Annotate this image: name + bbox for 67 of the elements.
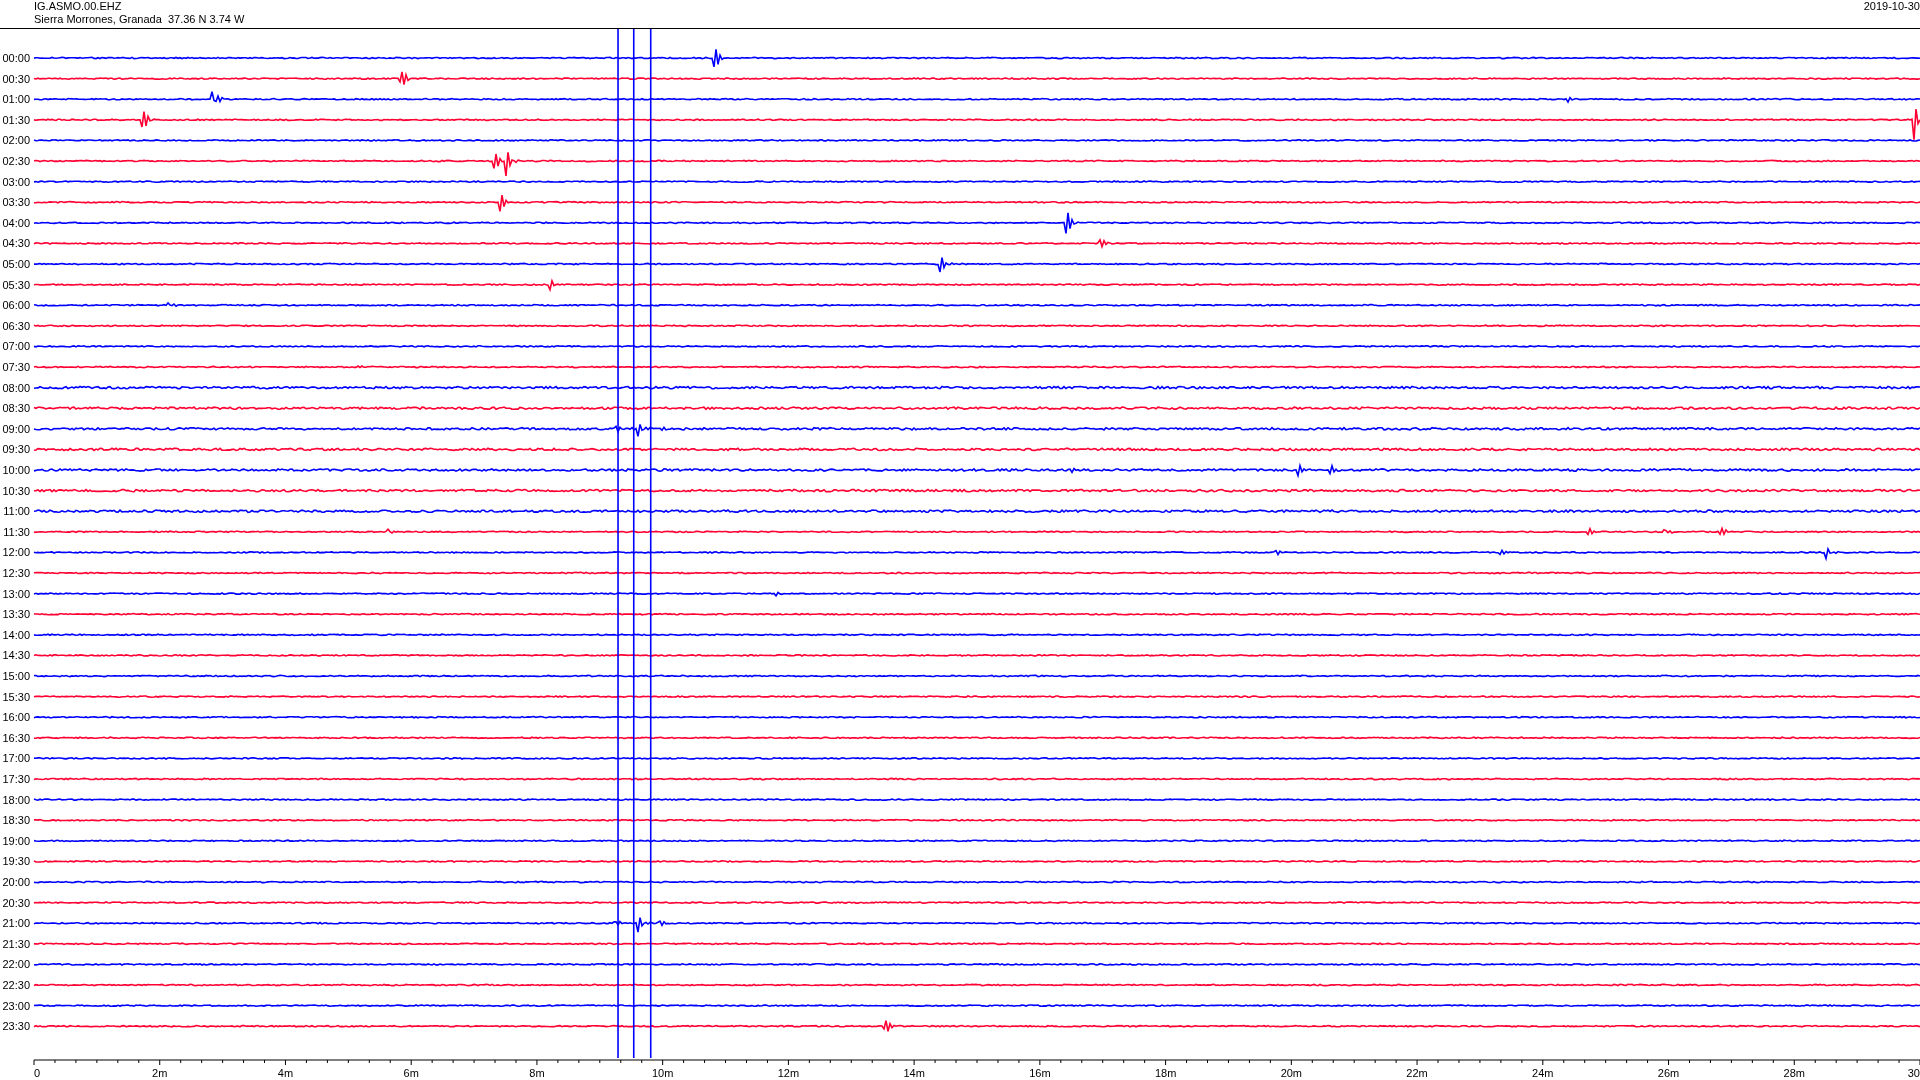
time-label: 15:30 bbox=[2, 690, 30, 703]
axis-label: 22m bbox=[1406, 1067, 1428, 1079]
time-label: 01:30 bbox=[2, 113, 30, 126]
time-label: 05:30 bbox=[2, 278, 30, 291]
time-label: 14:00 bbox=[2, 628, 30, 641]
axis-label: 10m bbox=[651, 1067, 674, 1079]
time-label: 18:00 bbox=[2, 793, 30, 806]
time-label: 02:00 bbox=[2, 134, 30, 147]
axis-label: 8m bbox=[529, 1067, 545, 1079]
time-label: 21:00 bbox=[2, 917, 30, 930]
axis-label: 0 bbox=[34, 1067, 41, 1079]
time-label: 16:30 bbox=[2, 731, 30, 744]
time-label: 06:00 bbox=[2, 299, 30, 312]
axis-label: 30 bbox=[1907, 1067, 1920, 1079]
time-label: 00:00 bbox=[2, 52, 30, 64]
time-label: 12:00 bbox=[2, 546, 30, 559]
axis-label: 20m bbox=[1280, 1067, 1303, 1079]
axis-label: 2m bbox=[152, 1067, 168, 1079]
axis-label: 18m bbox=[1154, 1067, 1177, 1079]
time-label: 09:00 bbox=[2, 422, 30, 435]
time-label: 02:30 bbox=[2, 155, 30, 167]
time-label: 17:30 bbox=[2, 773, 30, 785]
time-label: 00:30 bbox=[2, 72, 30, 85]
time-label: 04:00 bbox=[2, 216, 30, 229]
time-label: 03:30 bbox=[2, 196, 30, 209]
time-label: 09:30 bbox=[2, 443, 30, 456]
axis-label: 24m bbox=[1532, 1067, 1554, 1079]
axis-label: 14m bbox=[903, 1067, 925, 1079]
time-label: 10:00 bbox=[2, 464, 30, 476]
time-label: 07:00 bbox=[2, 340, 30, 353]
time-label: 13:30 bbox=[2, 608, 30, 621]
time-label: 23:30 bbox=[2, 1020, 30, 1033]
axis-label: 6m bbox=[403, 1067, 419, 1079]
axis-label: 16m bbox=[1029, 1067, 1051, 1079]
time-label: 01:00 bbox=[2, 93, 30, 106]
time-label: 11:30 bbox=[3, 525, 30, 538]
time-label: 04:30 bbox=[2, 237, 30, 250]
time-label: 23:00 bbox=[2, 999, 30, 1012]
time-label: 07:30 bbox=[2, 361, 30, 373]
axis-label: 28m bbox=[1783, 1067, 1805, 1079]
time-label: 03:00 bbox=[2, 175, 30, 188]
time-label: 16:00 bbox=[2, 711, 30, 724]
date-label: 2019-10-30 bbox=[1863, 0, 1920, 13]
axis-label: 12m bbox=[777, 1067, 800, 1079]
time-label: 18:30 bbox=[2, 814, 30, 827]
station-location: Sierra Morrones, Granada 37.36 N 3.74 W bbox=[34, 13, 245, 26]
axis-label: 4m bbox=[277, 1067, 294, 1079]
axis-label: 26m bbox=[1657, 1067, 1680, 1079]
time-label: 11:00 bbox=[3, 505, 30, 518]
time-label: 19:00 bbox=[2, 834, 30, 847]
time-label: 19:30 bbox=[2, 855, 30, 868]
time-label: 05:00 bbox=[2, 258, 30, 270]
time-label: 15:00 bbox=[2, 670, 30, 682]
time-label: 13:00 bbox=[2, 587, 30, 600]
time-label: 20:00 bbox=[2, 876, 30, 888]
time-label: 20:30 bbox=[2, 896, 30, 909]
time-label: 06:30 bbox=[2, 319, 30, 332]
time-label: 14:30 bbox=[2, 649, 30, 662]
station-code: IG.ASMO.00.EHZ bbox=[34, 0, 123, 13]
time-label: 21:30 bbox=[2, 937, 30, 950]
time-label: 17:00 bbox=[2, 752, 30, 765]
time-label: 12:30 bbox=[2, 567, 30, 579]
time-label: 08:00 bbox=[2, 381, 30, 394]
time-label: 08:30 bbox=[2, 402, 30, 415]
time-label: 22:00 bbox=[2, 958, 30, 971]
time-label: 10:30 bbox=[2, 484, 30, 497]
time-label: 22:30 bbox=[2, 979, 30, 991]
